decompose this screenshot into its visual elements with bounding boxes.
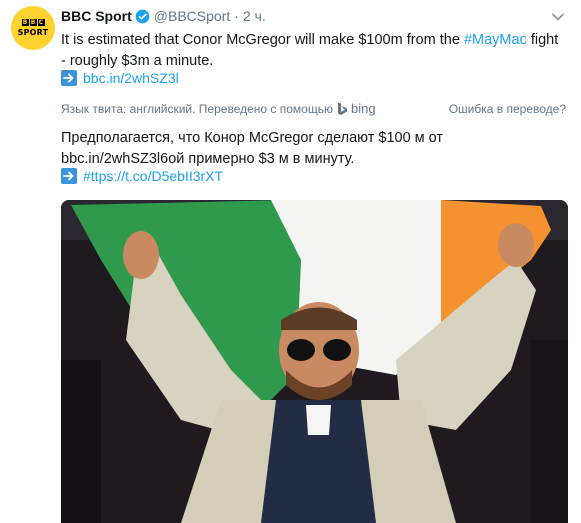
avatar[interactable]: B B C SPORT: [11, 6, 55, 50]
translated-text-start: Предполагается, что Конор McGregor сдела…: [61, 130, 444, 146]
translated-inline-link: bbc.in/2whSZ3l6ой: [61, 151, 185, 167]
bing-icon: [337, 102, 347, 115]
avatar-sport-label: SPORT: [17, 28, 49, 37]
background-right: [531, 340, 568, 523]
bbc-letter-3: C: [37, 19, 45, 26]
tweet-photo[interactable]: [61, 200, 568, 523]
translated-text: Предполагается, что Конор McGregor сдела…: [61, 128, 566, 170]
sunglasses-left: [287, 339, 315, 361]
tweet-text: It is estimated that Conor McGregor will…: [61, 30, 561, 72]
translation-label: Язык твита: английский. Переведено с пом…: [61, 101, 333, 116]
shirt-collar: [306, 405, 331, 435]
translation-error-link[interactable]: Ошибка в переводе?: [449, 102, 566, 116]
bbc-logo-blocks: B B C: [21, 19, 45, 26]
bbc-letter-1: B: [21, 19, 29, 26]
bing-logo: bing: [337, 101, 376, 116]
photo-illustration: [61, 200, 568, 523]
verified-badge-icon: [135, 9, 150, 23]
tweet-link-row: bbc.in/2whSZ3l: [61, 70, 179, 86]
right-fist: [498, 223, 534, 267]
sunglasses-right: [323, 339, 351, 361]
tweet-timestamp[interactable]: 2 ч.: [243, 8, 266, 24]
tweet-header: BBC Sport @BBCSport · 2 ч.: [61, 8, 266, 24]
translated-link-row: #ttps://t.co/D5ebII3rXT: [61, 168, 223, 184]
translated-url-link[interactable]: #ttps://t.co/D5ebII3rXT: [83, 168, 223, 184]
translation-bar: Язык твита: английский. Переведено с пом…: [61, 101, 566, 116]
arrow-right-icon: [61, 70, 77, 86]
bbc-letter-2: B: [29, 19, 37, 26]
background-left: [61, 360, 101, 523]
account-name[interactable]: BBC Sport: [61, 8, 132, 24]
arrow-right-icon: [61, 168, 77, 184]
tweet-url-link[interactable]: bbc.in/2whSZ3l: [83, 70, 179, 86]
left-fist: [123, 231, 159, 279]
chevron-down-icon[interactable]: [551, 10, 565, 24]
bing-label: bing: [350, 101, 376, 116]
translated-text-end: примерно $3 м в минуту.: [184, 151, 355, 167]
hashtag-link[interactable]: #MayMac: [464, 32, 527, 48]
account-handle[interactable]: @BBCSport: [154, 8, 230, 24]
tweet-text-start: It is estimated that Conor McGregor will…: [61, 32, 464, 48]
separator-dot: ·: [234, 8, 239, 24]
